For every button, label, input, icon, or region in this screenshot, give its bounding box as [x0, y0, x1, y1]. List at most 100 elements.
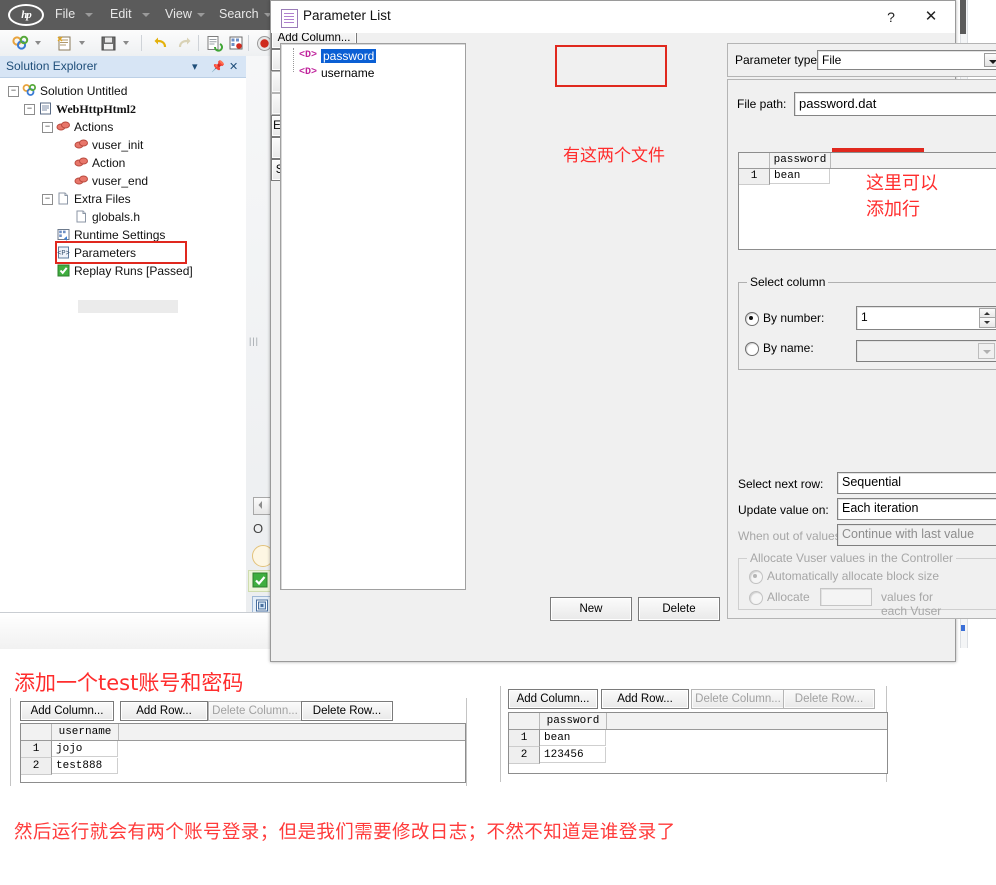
chevron-down-icon-file[interactable]: [85, 13, 93, 17]
grid-row-number: 1: [509, 730, 540, 747]
grid-corner-cell: [739, 153, 770, 168]
save-icon[interactable]: [100, 35, 117, 52]
by-number-value: 1: [861, 310, 868, 324]
mini-delete-row-button[interactable]: Delete Row...: [301, 701, 393, 721]
chevron-down-icon-edit[interactable]: [142, 13, 150, 17]
pin-icon[interactable]: 📌: [211, 60, 225, 73]
when-out-of-values-value: Continue with last value: [842, 527, 975, 541]
select-next-row-select[interactable]: Sequential: [837, 472, 996, 494]
delete-button[interactable]: Delete: [638, 597, 720, 621]
recompile-icon[interactable]: [206, 35, 223, 52]
mini-add-column-button[interactable]: Add Column...: [508, 689, 598, 709]
menu-view[interactable]: View: [165, 7, 192, 21]
grid-col-header[interactable]: username: [52, 724, 119, 740]
allocate-legend: Allocate Vuser values in the Controller: [747, 551, 956, 565]
tree-label: vuser_end: [92, 174, 149, 188]
toolbar-separator-1: [141, 35, 142, 51]
panel-dropdown-icon[interactable]: ▾: [192, 60, 198, 73]
by-number-spinner[interactable]: 1: [856, 306, 996, 330]
new-button[interactable]: New: [550, 597, 632, 621]
runtime-icon: [56, 227, 71, 242]
mini-add-column-button[interactable]: Add Column...: [20, 701, 114, 721]
file-path-input[interactable]: password.dat: [794, 92, 996, 116]
grid-row-number: 1: [739, 169, 770, 185]
sliver-text-mark-6: [961, 625, 965, 631]
grid-cell[interactable]: test888: [52, 758, 118, 774]
by-name-radio[interactable]: [745, 342, 759, 356]
expander-extra-files[interactable]: −: [42, 194, 53, 205]
panel-edge-left: [10, 698, 11, 786]
chevron-down-icon-save[interactable]: [123, 41, 129, 45]
scroll-left-button[interactable]: [253, 497, 271, 515]
expander-solution[interactable]: −: [8, 86, 19, 97]
solution-explorer-panel: Solution Explorer ▾ 📌 ✕ − Solution Untit…: [0, 56, 247, 612]
parameter-label: username: [321, 66, 375, 80]
annotation-bottom-text: 然后运行就会有两个账号登录；但是我们需要修改日志；不然不知道是谁登录了: [14, 822, 676, 843]
update-value-on-select[interactable]: Each iteration: [837, 498, 996, 520]
grid-col-header[interactable]: password: [770, 153, 831, 168]
menu-search[interactable]: Search: [219, 7, 259, 21]
grid-col-header[interactable]: password: [540, 713, 607, 729]
spinner-down-icon[interactable]: [979, 317, 996, 328]
parameter-type-label: Parameter type:: [735, 53, 821, 67]
parameter-type-select[interactable]: File: [817, 50, 996, 70]
by-number-radio[interactable]: [745, 312, 759, 326]
splitter-grip[interactable]: |||: [249, 336, 258, 346]
chevron-down-icon-new[interactable]: [35, 41, 41, 45]
close-icon[interactable]: ✕: [229, 60, 238, 73]
grid-header-row: password: [739, 153, 996, 169]
mini-add-row-button[interactable]: Add Row...: [601, 689, 689, 709]
grid-row-number: 2: [21, 758, 52, 775]
menu-file[interactable]: File: [55, 7, 75, 21]
action-icon: [74, 155, 89, 170]
grid-cell[interactable]: 123456: [540, 747, 606, 763]
parameter-tree[interactable]: <D> password <D> username: [280, 43, 466, 590]
when-out-of-values-label: When out of values:: [738, 529, 845, 543]
chevron-down-icon-script[interactable]: [79, 41, 85, 45]
expander-webhttphtml2[interactable]: −: [24, 104, 35, 115]
toolbar-separator-2: [198, 35, 199, 51]
expander-actions[interactable]: −: [42, 122, 53, 133]
tree-label: Solution Untitled: [40, 84, 128, 98]
action-icon: [74, 173, 89, 188]
by-number-label: By number:: [763, 311, 825, 325]
grid-cell[interactable]: bean: [540, 730, 606, 746]
annotation-files-note: 有这两个文件: [563, 146, 665, 166]
parameter-tree-red-highlight-box: [555, 45, 667, 87]
menu-edit[interactable]: Edit: [110, 7, 132, 21]
grid-cell[interactable]: bean: [770, 169, 830, 184]
output-panel-label: O: [253, 521, 264, 536]
select-next-row-label: Select next row:: [738, 477, 824, 491]
script-icon: [38, 101, 53, 116]
replay-pass-icon: [56, 263, 71, 278]
mini-add-row-button[interactable]: Add Row...: [120, 701, 208, 721]
close-icon[interactable]: ✕: [911, 5, 951, 29]
runtime-settings-icon[interactable]: [228, 35, 245, 52]
chevron-down-icon-view[interactable]: [197, 13, 205, 17]
password-data-grid[interactable]: password 1 bean 2 123456: [508, 712, 888, 774]
grid-corner-cell: [21, 724, 52, 740]
undo-icon[interactable]: [152, 35, 169, 52]
actions-icon: [56, 119, 71, 134]
redo-icon: [176, 35, 193, 52]
username-data-grid[interactable]: username 1 jojo 2 test888: [20, 723, 466, 783]
new-script-icon[interactable]: [56, 35, 73, 52]
allocate-label: Allocate: [767, 590, 810, 604]
tree-label: WebHttpHtml2: [56, 102, 136, 116]
annotation-bottom-title: 添加一个test账号和密码: [14, 671, 244, 695]
tree-label: Runtime Settings: [74, 228, 166, 242]
help-button[interactable]: ?: [871, 5, 911, 29]
by-name-select: [856, 340, 996, 362]
parameter-label: password: [321, 49, 377, 63]
new-solution-icon[interactable]: [12, 35, 29, 52]
grid-row-number: 2: [509, 747, 540, 764]
parameter-node-icon: <D>: [299, 50, 318, 61]
dialog-title-bar: Parameter List ? ✕: [271, 1, 955, 33]
mini-delete-row-button: Delete Row...: [783, 689, 875, 709]
grid-cell[interactable]: jojo: [52, 741, 118, 757]
chevron-down-icon[interactable]: [984, 53, 996, 67]
mini-delete-column-button: Delete Column...: [691, 689, 785, 709]
toolbar-separator-3: [248, 35, 249, 51]
grid-corner-cell: [509, 713, 540, 729]
auto-allocate-radio: [749, 570, 763, 584]
